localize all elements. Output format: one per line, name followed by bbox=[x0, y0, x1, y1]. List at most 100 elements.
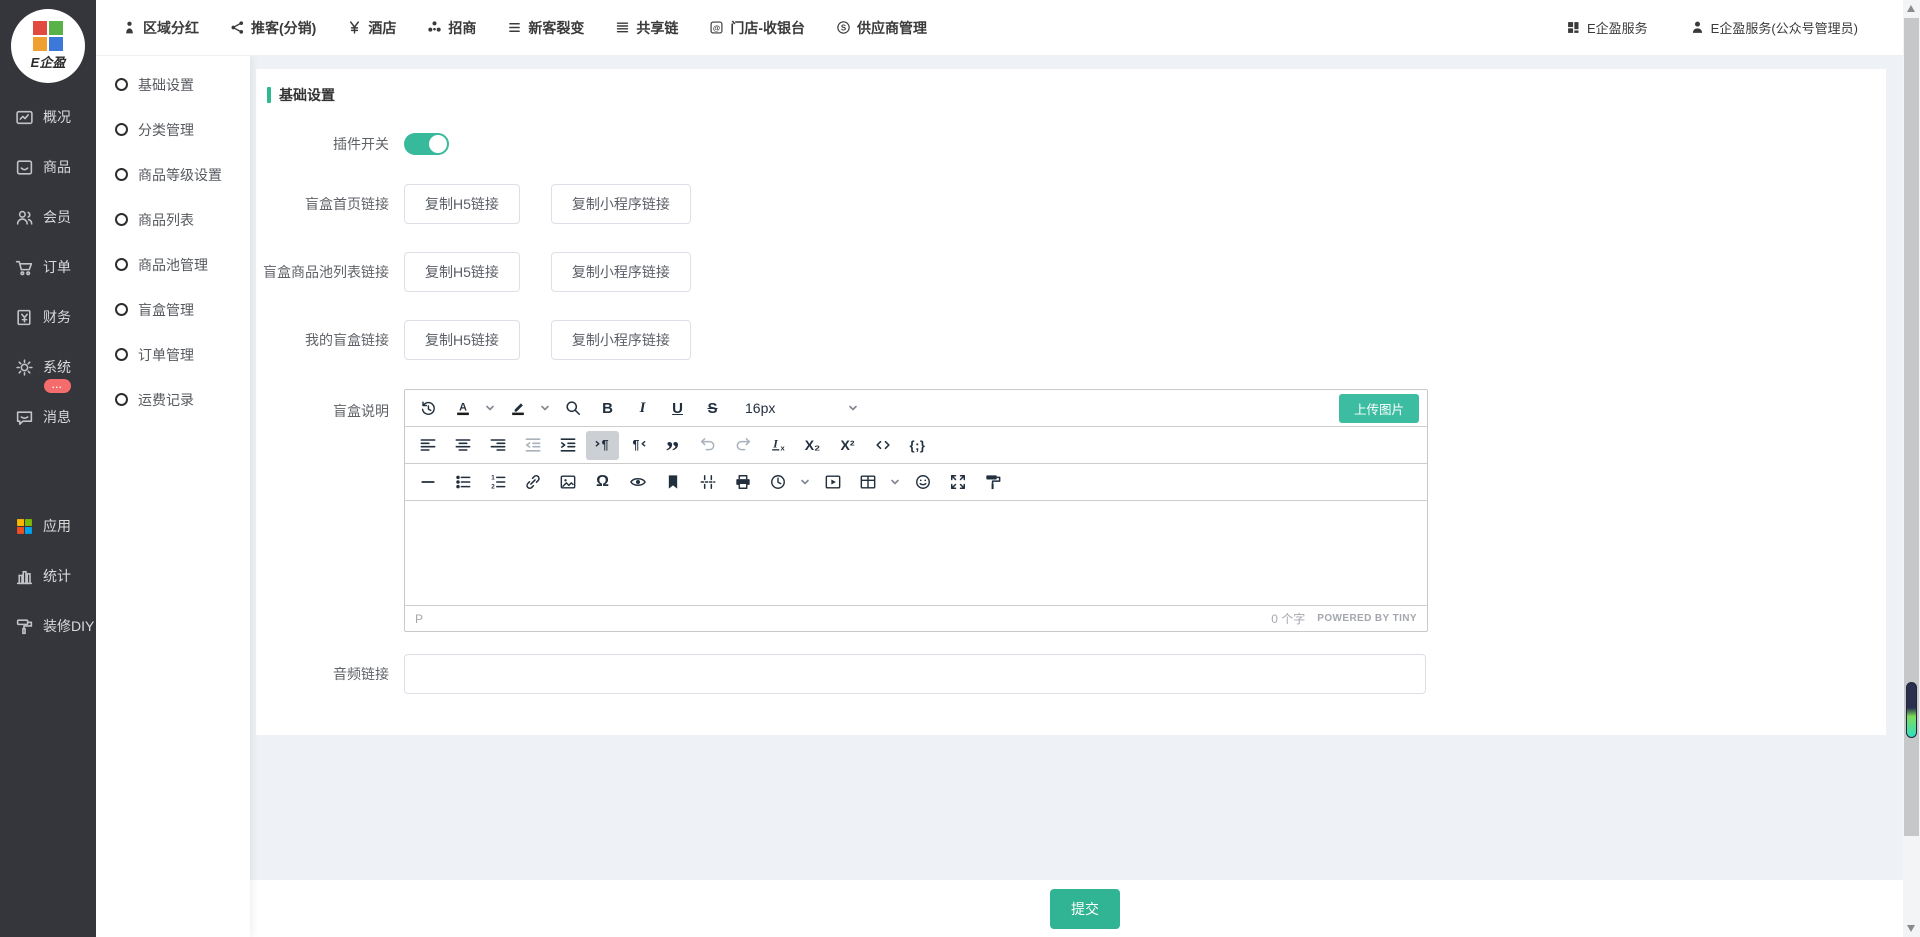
copy-miniprogram-link-button[interactable]: 复制小程序链接 bbox=[551, 184, 691, 224]
submenu-item-basic-settings[interactable]: 基础设置 bbox=[96, 62, 250, 107]
sidebar-item-overview[interactable]: 概况 bbox=[0, 92, 96, 142]
topnav-account[interactable]: E企盈服务(公众号管理员) bbox=[1690, 18, 1858, 37]
sidebar-item-stats[interactable]: 统计 bbox=[0, 551, 96, 601]
bullet-list-icon bbox=[453, 472, 473, 492]
vertical-scrollbar[interactable] bbox=[1903, 0, 1920, 937]
insert-time-dropdown[interactable] bbox=[796, 468, 814, 497]
submenu-item-goods-level[interactable]: 商品等级设置 bbox=[96, 152, 250, 197]
insert-time-button[interactable] bbox=[761, 468, 794, 497]
copy-h5-link-button[interactable]: 复制H5链接 bbox=[404, 184, 520, 224]
preview-button[interactable] bbox=[621, 468, 654, 497]
topnav-item-distribution[interactable]: 推客(分销) bbox=[230, 18, 316, 38]
svg-text:I: I bbox=[772, 438, 778, 451]
scroll-up-arrow-icon[interactable] bbox=[1907, 5, 1915, 12]
audio-link-input[interactable] bbox=[404, 654, 1426, 694]
submenu-item-blindbox-management[interactable]: 盲盒管理 bbox=[96, 287, 250, 332]
topnav-item-new-customer[interactable]: 新客裂变 bbox=[507, 18, 584, 38]
table-button[interactable] bbox=[851, 468, 884, 497]
strikethrough-button[interactable]: S bbox=[696, 394, 729, 423]
topnav-item-supplier[interactable]: S 供应商管理 bbox=[836, 18, 927, 38]
topnav-item-hotel[interactable]: 酒店 bbox=[347, 18, 396, 38]
align-right-icon bbox=[488, 435, 508, 455]
topnav-label: 供应商管理 bbox=[857, 18, 927, 38]
fullscreen-button[interactable] bbox=[941, 468, 974, 497]
redo-button[interactable] bbox=[726, 431, 759, 460]
format-painter-button[interactable] bbox=[976, 468, 1009, 497]
code-button[interactable] bbox=[866, 431, 899, 460]
text-color-dropdown[interactable] bbox=[481, 394, 499, 423]
submenu-item-goods-pool[interactable]: 商品池管理 bbox=[96, 242, 250, 287]
restore-draft-button[interactable] bbox=[411, 394, 444, 423]
special-char-button[interactable]: Ω bbox=[586, 468, 619, 497]
horizontal-rule-button[interactable] bbox=[411, 468, 444, 497]
pool-list-link-label: 盲盒商品池列表链接 bbox=[256, 262, 404, 282]
submenu-item-category-management[interactable]: 分类管理 bbox=[96, 107, 250, 152]
insert-time-icon bbox=[768, 472, 788, 492]
code-sample-button[interactable]: {;} bbox=[901, 431, 934, 460]
sidebar-item-orders[interactable]: 订单 bbox=[0, 242, 96, 292]
topnav-item-store-cashier[interactable]: @ 门店-收银台 bbox=[709, 18, 805, 38]
emoticons-button[interactable] bbox=[906, 468, 939, 497]
scroll-down-arrow-icon[interactable] bbox=[1907, 925, 1915, 932]
topnav-item-share-chain[interactable]: 共享链 bbox=[615, 18, 678, 38]
powered-by-tiny[interactable]: POWERED BY TINY bbox=[1317, 613, 1417, 624]
ltr-button[interactable]: ¶ bbox=[586, 431, 619, 460]
highlight-color-dropdown[interactable] bbox=[536, 394, 554, 423]
submenu-item-goods-list[interactable]: 商品列表 bbox=[96, 197, 250, 242]
media-button[interactable] bbox=[816, 468, 849, 497]
topnav-item-region-dividend[interactable]: 区域分红 bbox=[122, 18, 199, 38]
logo[interactable]: E企盈 bbox=[0, 0, 96, 92]
remove-format-button[interactable]: Ix bbox=[761, 431, 794, 460]
search-button[interactable] bbox=[556, 394, 589, 423]
editor-content-area[interactable] bbox=[405, 501, 1427, 605]
bold-button[interactable]: B bbox=[591, 394, 624, 423]
copy-h5-link-button[interactable]: 复制H5链接 bbox=[404, 252, 520, 292]
font-size-select[interactable]: 16px bbox=[737, 394, 865, 423]
underline-button[interactable]: U bbox=[661, 394, 694, 423]
submenu-item-freight-record[interactable]: 运费记录 bbox=[96, 377, 250, 422]
copy-miniprogram-link-button[interactable]: 复制小程序链接 bbox=[551, 320, 691, 360]
insert-image-button[interactable] bbox=[551, 468, 584, 497]
indent-icon bbox=[558, 435, 578, 455]
submenu-item-order-management[interactable]: 订单管理 bbox=[96, 332, 250, 377]
submit-button[interactable]: 提交 bbox=[1050, 889, 1120, 929]
align-right-button[interactable] bbox=[481, 431, 514, 460]
align-center-button[interactable] bbox=[446, 431, 479, 460]
copy-miniprogram-link-button[interactable]: 复制小程序链接 bbox=[551, 252, 691, 292]
sidebar-item-decorate-diy[interactable]: 装修DIY bbox=[0, 601, 96, 651]
bullet-list-button[interactable] bbox=[446, 468, 479, 497]
numbered-list-button[interactable]: 12 bbox=[481, 468, 514, 497]
subscript-button[interactable]: X₂ bbox=[796, 431, 829, 460]
topnav-item-investment[interactable]: 招商 bbox=[427, 18, 476, 38]
sidebar-item-finance[interactable]: 财务 bbox=[0, 292, 96, 342]
undo-button[interactable] bbox=[691, 431, 724, 460]
print-button[interactable] bbox=[726, 468, 759, 497]
sidebar-item-goods[interactable]: 商品 bbox=[0, 142, 96, 192]
align-left-button[interactable] bbox=[411, 431, 444, 460]
audio-link-row: 音频链接 bbox=[256, 654, 1886, 694]
topnav-label: 推客(分销) bbox=[251, 18, 316, 38]
highlight-color-button[interactable] bbox=[501, 394, 534, 423]
anchor-button[interactable] bbox=[656, 468, 689, 497]
superscript-button[interactable]: X² bbox=[831, 431, 864, 460]
indent-button[interactable] bbox=[551, 431, 584, 460]
radio-circle-icon bbox=[115, 168, 128, 181]
plugin-toggle[interactable] bbox=[404, 133, 449, 155]
topnav-service[interactable]: E企盈服务 bbox=[1566, 18, 1648, 37]
blockquote-button[interactable]: ” bbox=[656, 431, 689, 460]
copy-h5-link-button[interactable]: 复制H5链接 bbox=[404, 320, 520, 360]
sidebar-item-messages[interactable]: 消息 ... bbox=[0, 392, 96, 442]
rtl-button[interactable]: ¶ bbox=[621, 431, 654, 460]
emoticons-icon bbox=[913, 472, 933, 492]
sidebar-item-apps[interactable]: 应用 bbox=[0, 501, 96, 551]
sidebar-item-members[interactable]: 会员 bbox=[0, 192, 96, 242]
redo-icon bbox=[733, 435, 753, 455]
outdent-button[interactable] bbox=[516, 431, 549, 460]
upload-image-button[interactable]: 上传图片 bbox=[1339, 394, 1419, 423]
table-dropdown[interactable] bbox=[886, 468, 904, 497]
italic-button[interactable]: I bbox=[626, 394, 659, 423]
page-break-button[interactable] bbox=[691, 468, 724, 497]
text-color-button[interactable]: A bbox=[446, 394, 479, 423]
scroll-position-indicator bbox=[1906, 682, 1917, 738]
link-button[interactable] bbox=[516, 468, 549, 497]
